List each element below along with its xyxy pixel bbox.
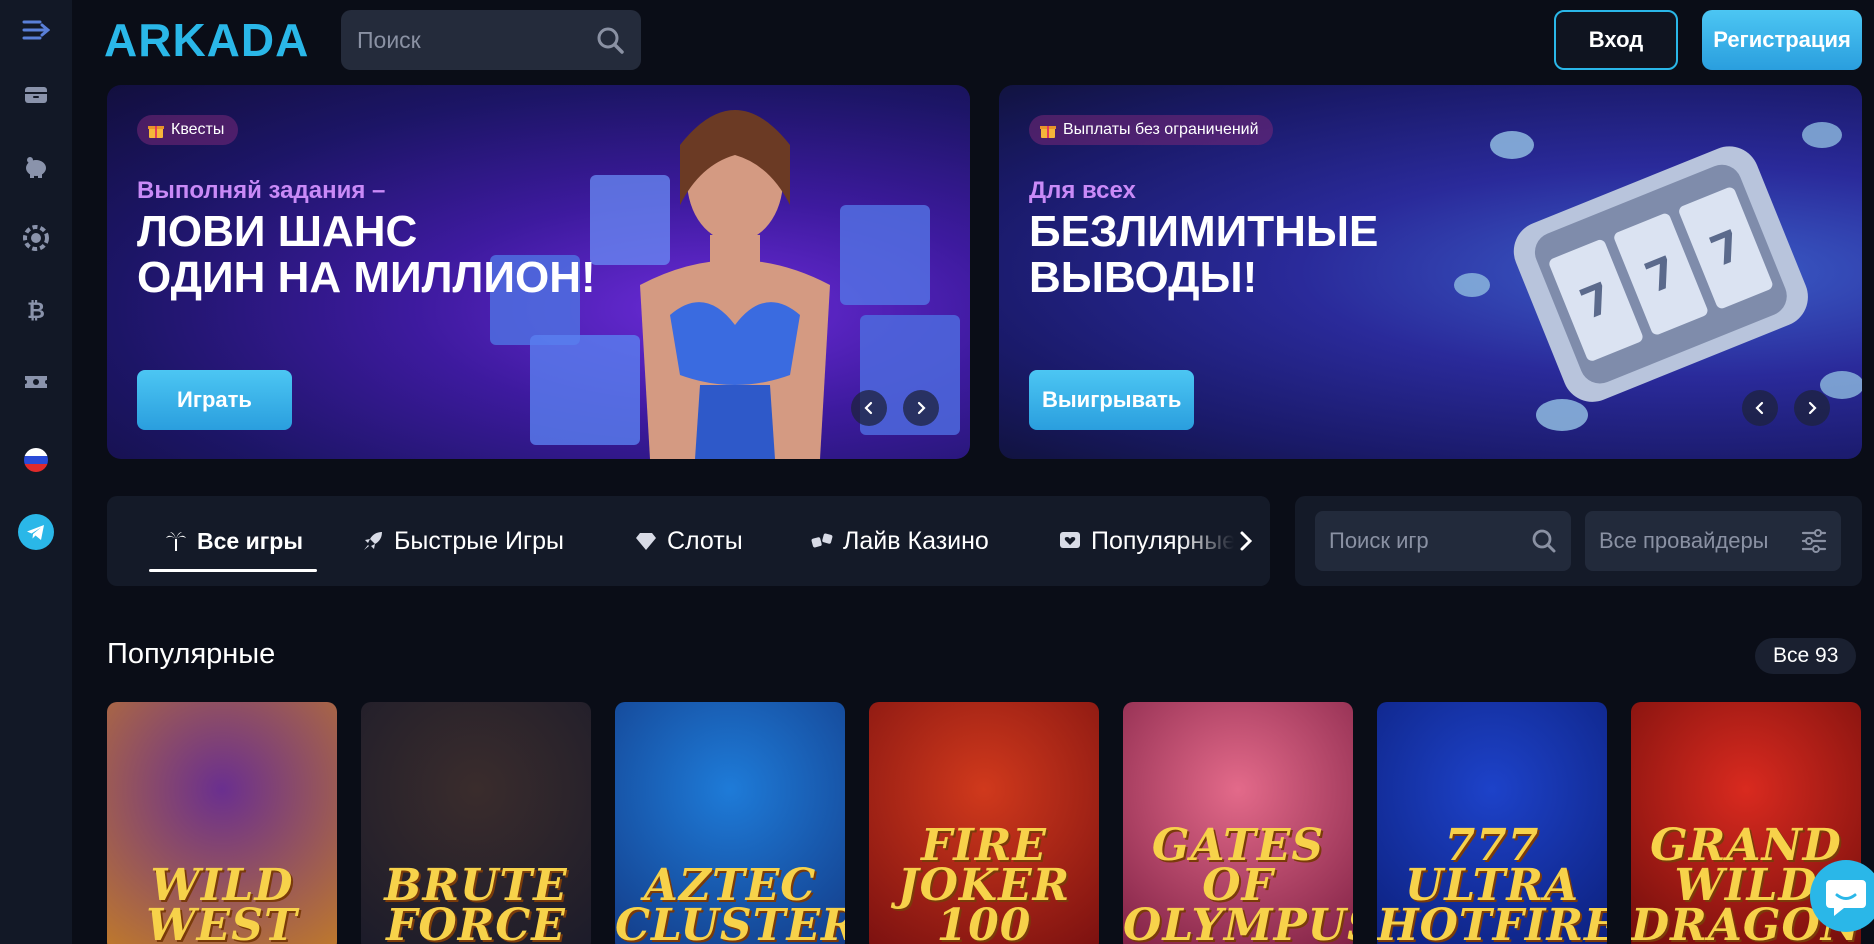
banner-prev-arrow[interactable] xyxy=(1742,390,1778,426)
palm-tree-icon xyxy=(166,532,186,551)
banner-subtitle: Для всех xyxy=(1029,177,1136,204)
menu-icon xyxy=(22,20,50,40)
arkada-logo: ARKADA xyxy=(104,14,309,66)
rocket-icon xyxy=(364,532,382,550)
active-tab-indicator xyxy=(149,569,317,572)
banner-title: ЛОВИ ШАНС ОДИН НА МИЛЛИОН! xyxy=(137,207,596,302)
heart-icon xyxy=(1060,532,1080,548)
promo-banner-payouts[interactable]: 7 7 7 Выплаты без ограничений Для всех Б… xyxy=(999,85,1862,459)
game-search-field[interactable]: Поиск игр xyxy=(1315,511,1571,571)
chevron-left-icon xyxy=(1755,401,1764,415)
sidebar-item-crypto[interactable]: ₿ xyxy=(16,290,56,330)
sidebar: ₿ xyxy=(0,0,72,944)
svg-text:ARKADA: ARKADA xyxy=(104,18,309,62)
support-chat-button[interactable] xyxy=(1810,860,1874,932)
providers-label: Все провайдеры xyxy=(1599,528,1769,553)
game-title: FIRE JOKER 100 xyxy=(897,820,1071,944)
play-button[interactable]: Играть xyxy=(137,370,292,430)
svg-text:₿: ₿ xyxy=(27,299,45,324)
menu-button[interactable] xyxy=(16,10,56,50)
logo[interactable]: ARKADA xyxy=(104,14,316,66)
game-card[interactable]: WILD WEST xyxy=(107,702,337,944)
site-search xyxy=(341,10,641,70)
tab-fast-games[interactable]: Быстрые Игры xyxy=(362,496,564,586)
filter-sliders-icon xyxy=(1801,529,1827,553)
tab-label: Быстрые Игры xyxy=(394,526,565,555)
dice-icon xyxy=(811,533,833,548)
tab-slots[interactable]: Слоты xyxy=(635,496,743,586)
promo-banner-quests[interactable]: Квесты Выполняй задания – ЛОВИ ШАНС ОДИН… xyxy=(107,85,970,459)
sidebar-item-tickets[interactable] xyxy=(16,362,56,402)
sidebar-item-casino[interactable] xyxy=(16,218,56,258)
game-title: 777 ULTRA HOTFIRE xyxy=(1377,820,1607,944)
win-button[interactable]: Выигрывать xyxy=(1029,370,1195,430)
game-card[interactable]: BRUTE FORCE xyxy=(361,702,591,944)
category-tabs: Все игры Быстрые Игры Слоты Лайв Казино … xyxy=(107,496,1270,586)
game-title: AZTEC CLUSTERS xyxy=(615,860,845,944)
bitcoin-icon: ₿ xyxy=(27,299,45,324)
tab-label: Все игры xyxy=(197,527,303,554)
banner-badge-label: Квесты xyxy=(171,121,225,138)
show-all-button[interactable]: Все 93 xyxy=(1755,638,1857,674)
telegram-button[interactable] xyxy=(16,512,56,552)
language-button[interactable] xyxy=(16,440,56,480)
register-button[interactable]: Регистрация xyxy=(1702,10,1862,70)
chevron-right-icon xyxy=(917,401,926,415)
login-button[interactable]: Вход xyxy=(1554,10,1678,70)
search-input[interactable] xyxy=(357,26,595,54)
banner-next-arrow[interactable] xyxy=(903,390,939,426)
chevron-left-icon xyxy=(864,401,873,415)
banner-badge-label: Выплаты без ограничений xyxy=(1063,121,1259,138)
banner-badge: Выплаты без ограничений xyxy=(1029,115,1273,145)
section-title: Популярные xyxy=(107,638,276,670)
banner-next-arrow[interactable] xyxy=(1794,390,1830,426)
chevron-right-icon[interactable] xyxy=(1232,527,1260,555)
russia-flag-icon xyxy=(24,448,48,472)
game-card[interactable]: 777 ULTRA HOTFIRE xyxy=(1377,702,1607,944)
casino-chip-icon xyxy=(23,225,49,251)
chevron-right-icon xyxy=(1808,401,1817,415)
game-title: GATES OF OLYMPUS xyxy=(1123,820,1353,944)
search-icon xyxy=(1532,529,1556,553)
game-title: WILD WEST xyxy=(146,860,298,944)
game-card[interactable]: FIRE JOKER 100 xyxy=(869,702,1099,944)
gift-icon xyxy=(148,126,164,138)
archive-icon xyxy=(25,87,47,103)
banner-subtitle: Выполняй задания – xyxy=(137,177,386,204)
tab-live-casino[interactable]: Лайв Казино xyxy=(811,496,989,586)
banner-badge: Квесты xyxy=(137,115,239,145)
game-card[interactable]: GATES OF OLYMPUS xyxy=(1123,702,1353,944)
ticket-icon xyxy=(25,376,47,388)
tab-all-games[interactable]: Все игры xyxy=(165,496,303,586)
search-icon[interactable] xyxy=(595,25,625,55)
telegram-icon xyxy=(18,514,54,550)
game-card[interactable]: AZTEC CLUSTERS xyxy=(615,702,845,944)
tab-label: Лайв Казино xyxy=(843,526,989,555)
sidebar-item-archive[interactable] xyxy=(16,75,56,115)
game-title: BRUTE FORCE xyxy=(384,860,568,944)
game-search-placeholder: Поиск игр xyxy=(1329,528,1429,553)
diamond-icon xyxy=(636,533,656,550)
piggy-bank-icon xyxy=(26,157,46,178)
banner-prev-arrow[interactable] xyxy=(851,390,887,426)
banner-title: БЕЗЛИМИТНЫЕ ВЫВОДЫ! xyxy=(1029,207,1379,302)
chat-icon xyxy=(1826,880,1866,916)
tab-label: Слоты xyxy=(667,526,743,555)
sidebar-item-bonus[interactable] xyxy=(16,147,56,187)
gift-icon xyxy=(1040,126,1056,138)
game-filters: Поиск игр Все провайдеры xyxy=(1295,496,1862,586)
providers-select[interactable]: Все провайдеры xyxy=(1585,511,1841,571)
